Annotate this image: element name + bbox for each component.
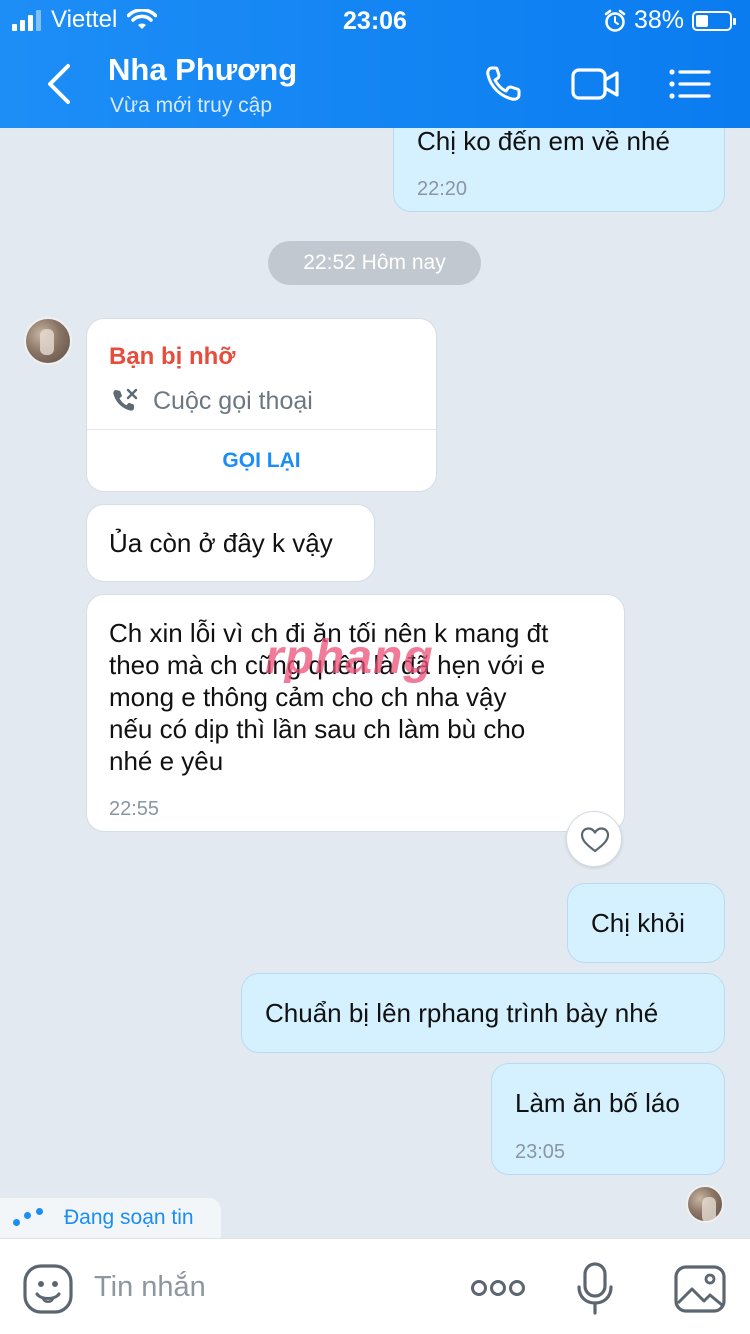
typing-dots-icon xyxy=(10,1206,50,1226)
missed-call-title: Bạn bị nhỡ xyxy=(109,343,236,370)
heart-icon xyxy=(580,827,610,853)
typing-label: Đang soạn tin xyxy=(64,1206,194,1229)
missed-call-type: Cuộc gọi thoại xyxy=(153,387,313,415)
status-right: 38% xyxy=(604,6,736,35)
message-time: 22:20 xyxy=(417,178,468,200)
message-bubble-sent[interactable]: Chị ko đến em về nhé 22:20 xyxy=(393,128,725,212)
message-text: Chị ko đến em về nhé xyxy=(417,128,670,156)
seen-avatar xyxy=(686,1185,724,1223)
react-heart-button[interactable] xyxy=(566,811,622,867)
message-line: theo mà ch cũng quên là đã hẹn với e xyxy=(109,650,546,680)
missed-call-icon xyxy=(113,388,138,411)
status-bar: Viettel 23:06 38% xyxy=(0,0,750,40)
chat-header: Viettel 23:06 38% Nha Phương Vừa mới tru… xyxy=(0,0,750,128)
message-line: nếu có dịp thì lần sau ch làm bù cho xyxy=(109,714,526,744)
message-line: mong e thông cảm cho ch nha vậy xyxy=(109,682,507,712)
more-icon[interactable] xyxy=(470,1273,526,1303)
message-bubble-received[interactable]: Ch xin lỗi vì ch đi ăn tối nên k mang đt… xyxy=(86,594,625,832)
message-time: 23:05 xyxy=(515,1141,566,1163)
battery-icon xyxy=(692,10,736,31)
image-icon[interactable] xyxy=(672,1263,728,1315)
alarm-icon xyxy=(604,9,626,32)
typing-indicator: Đang soạn tin xyxy=(0,1198,221,1238)
emoji-icon[interactable] xyxy=(22,1263,74,1315)
microphone-icon[interactable] xyxy=(575,1261,615,1317)
message-text: Ch xin lỗi vì ch đi ăn tối nên k mang đt… xyxy=(109,617,548,777)
missed-call-card: Bạn bị nhỡ Cuộc gọi thoại GỌI LẠI xyxy=(86,318,437,492)
message-bubble-sent[interactable]: Chuẩn bị lên rphang trình bày nhé xyxy=(241,973,725,1053)
back-icon[interactable] xyxy=(40,62,80,106)
contact-status: Vừa mới truy cập xyxy=(110,94,273,117)
message-text: Chuẩn bị lên rphang trình bày nhé xyxy=(265,998,659,1028)
divider xyxy=(87,429,436,430)
message-bubble-sent[interactable]: Chị khỏi xyxy=(567,883,725,963)
contact-avatar[interactable] xyxy=(24,317,72,365)
phone-icon[interactable] xyxy=(480,62,530,106)
message-list[interactable]: Chị ko đến em về nhé 22:20 22:52 Hôm nay… xyxy=(0,128,750,1238)
message-text: Chị khỏi xyxy=(591,908,685,938)
video-camera-icon[interactable] xyxy=(570,62,620,106)
message-time: 22:55 xyxy=(109,798,160,820)
menu-list-icon[interactable] xyxy=(665,62,715,106)
battery-percent: 38% xyxy=(633,6,684,34)
message-text: Ủa còn ở đây k vậy xyxy=(109,528,333,558)
message-input[interactable] xyxy=(94,1265,434,1309)
message-bubble-sent[interactable]: Làm ăn bố láo 23:05 xyxy=(491,1063,725,1175)
message-bubble-received[interactable]: Ủa còn ở đây k vậy xyxy=(86,504,375,582)
message-input-bar xyxy=(0,1238,750,1334)
message-line: Ch xin lỗi vì ch đi ăn tối nên k mang đt xyxy=(109,618,549,648)
call-back-button[interactable]: GỌI LẠI xyxy=(87,431,436,491)
message-line: nhé e yêu xyxy=(109,746,224,776)
contact-name[interactable]: Nha Phương xyxy=(108,52,297,88)
message-text: Làm ăn bố láo xyxy=(515,1088,680,1118)
date-divider: 22:52 Hôm nay xyxy=(268,241,481,285)
